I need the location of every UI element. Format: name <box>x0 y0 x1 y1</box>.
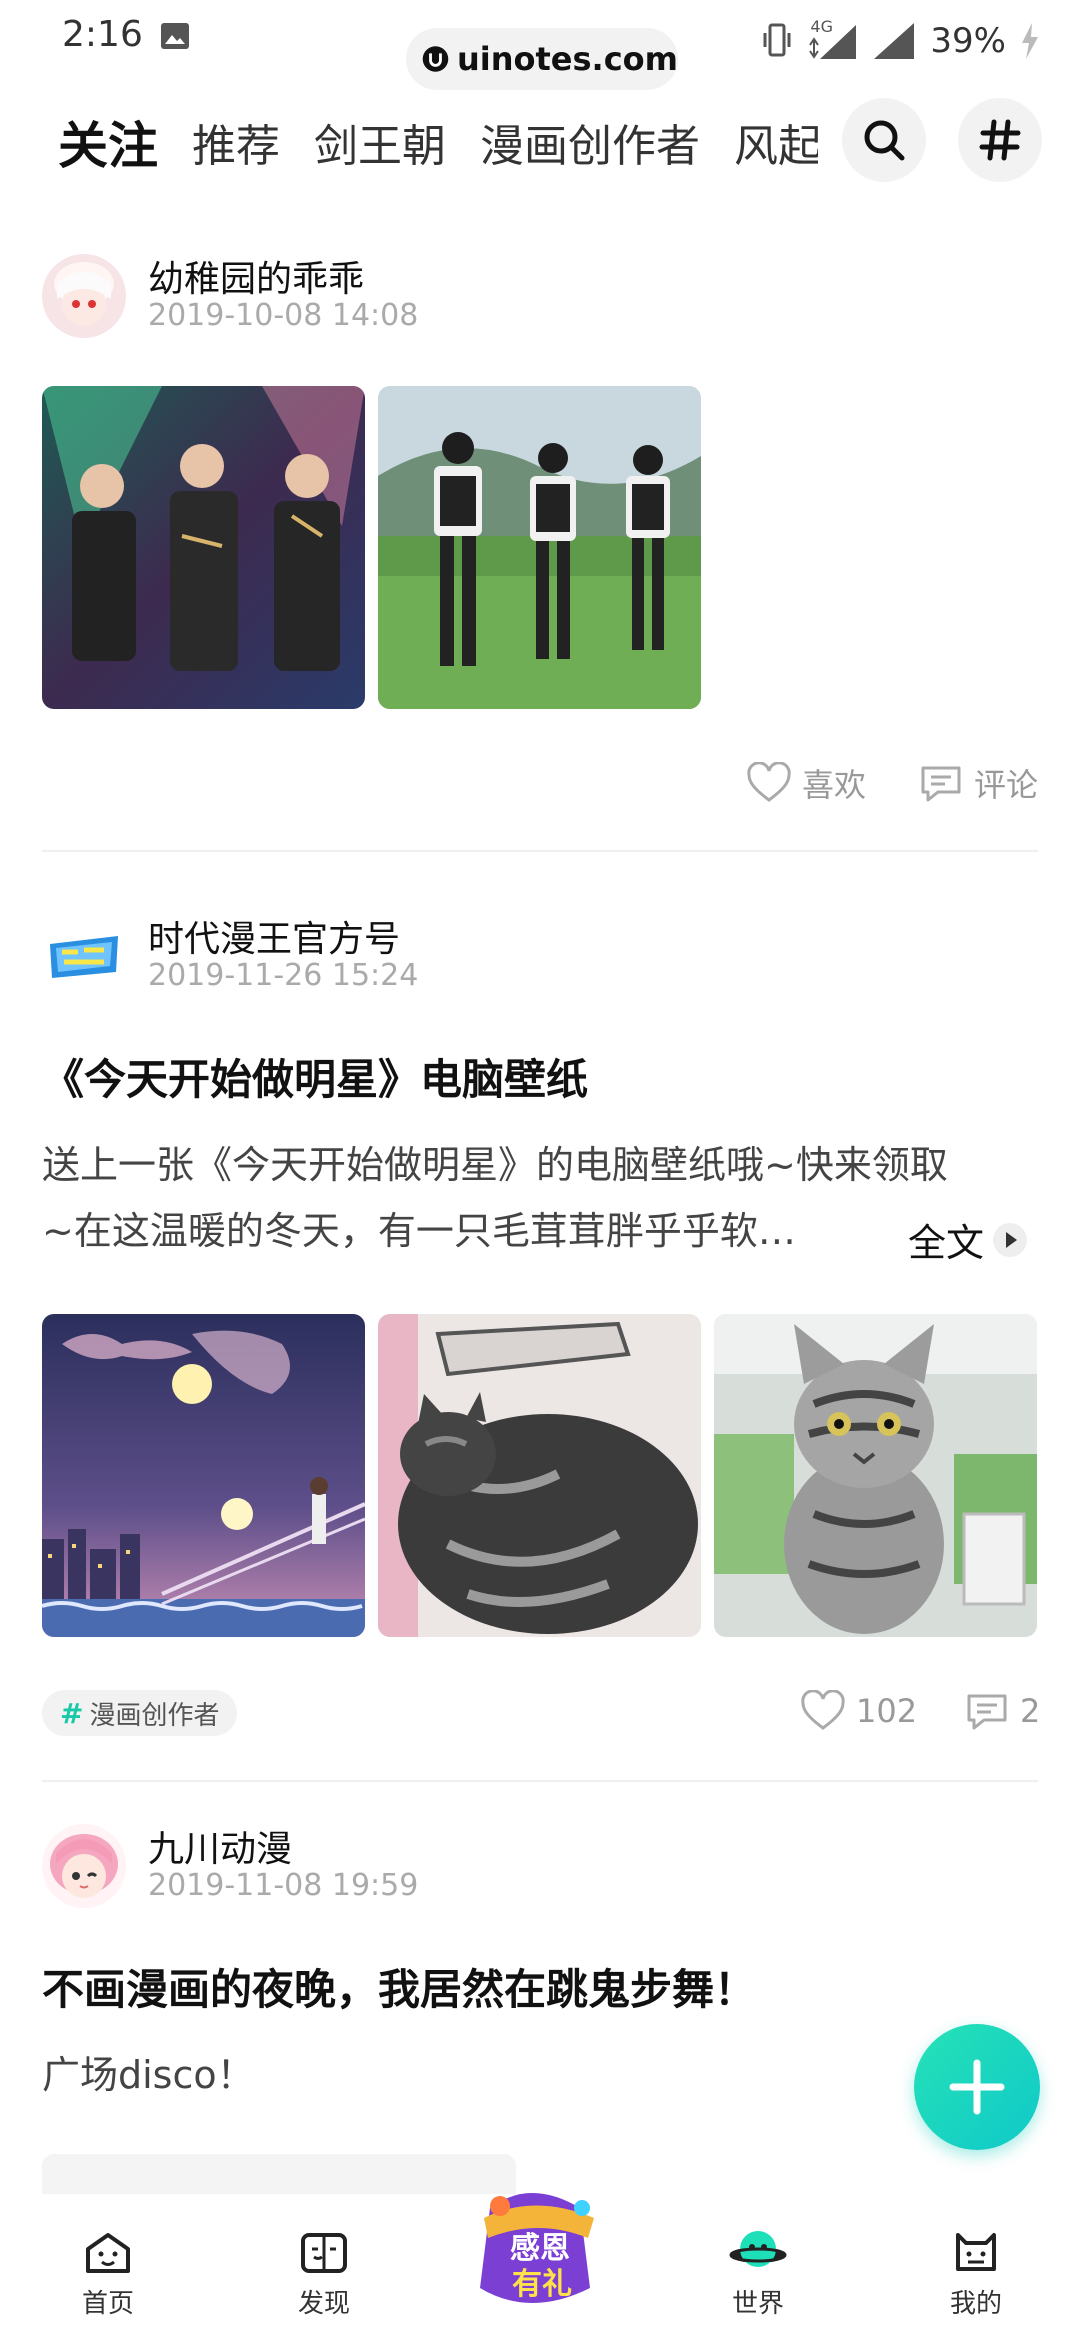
book-icon <box>301 2233 347 2273</box>
post-body-line: ~在这温暖的冬天，有一只毛茸茸胖乎乎软… <box>42 1209 796 1253</box>
topic-tag-label: 漫画创作者 <box>89 1700 220 1731</box>
full-text-label: 全文 <box>908 1221 985 1265</box>
post-body-line: 送上一张《今天开始做明星》的电脑壁纸哦~快来领取 <box>42 1143 948 1187</box>
search-icon <box>864 120 905 161</box>
post-time: 2019-10-08 14:08 <box>148 298 419 333</box>
post-divider <box>42 1780 1038 1782</box>
like-label: 喜欢 <box>802 766 867 804</box>
expand-full-text-button[interactable]: 全文 <box>908 1212 1028 1267</box>
cat-face-icon <box>956 2233 996 2271</box>
tab-recommended[interactable]: 推荐 <box>192 110 280 174</box>
tab-jianwangchao[interactable]: 剑王朝 <box>314 110 446 174</box>
avatar[interactable] <box>42 254 126 338</box>
nav-profile[interactable]: 我的 <box>906 2200 1046 2340</box>
topics-button[interactable] <box>958 98 1042 182</box>
post-body[interactable]: 送上一张《今天开始做明星》的电脑壁纸哦~快来领取 ~在这温暖的冬天，有一只毛茸茸… <box>42 1132 1042 1264</box>
comment-icon <box>921 766 961 802</box>
hashtag-icon: # <box>60 1696 84 1730</box>
nav-label: 首页 <box>81 2289 134 2319</box>
author-name[interactable]: 时代漫王官方号 <box>148 910 400 962</box>
like-button[interactable]: 喜欢 <box>746 760 866 806</box>
top-tab-bar: 关注 推荐 剑王朝 漫画创作者 风起 <box>0 92 1080 192</box>
play-arrow-icon <box>993 1222 1028 1257</box>
hashtag-icon <box>979 119 1021 161</box>
status-icons: 4G 39% <box>762 16 1040 66</box>
tab-fengqi[interactable]: 风起 <box>734 110 818 174</box>
like-count: 102 <box>856 1692 918 1730</box>
watermark-text: uinotes.com <box>456 40 678 78</box>
post-divider <box>42 850 1038 852</box>
promo-line2: 有礼 <box>512 2267 572 2302</box>
comment-icon <box>967 1694 1007 1730</box>
post-image[interactable] <box>378 1314 701 1637</box>
post-time: 2019-11-26 15:24 <box>148 958 419 993</box>
planet-icon <box>729 2231 787 2267</box>
topic-tag[interactable]: # 漫画创作者 <box>42 1690 238 1736</box>
watermark-badge: uinotes.com <box>406 28 678 90</box>
gallery-notification-icon <box>161 23 189 49</box>
tab-list: 关注 推荐 剑王朝 漫画创作者 风起 <box>58 92 818 192</box>
comment-button[interactable]: 评论 <box>918 760 1038 806</box>
search-button[interactable] <box>842 98 926 182</box>
post-time: 2019-11-08 19:59 <box>148 1868 419 1903</box>
comment-label: 评论 <box>974 766 1039 804</box>
tab-label: 关注 <box>58 117 158 175</box>
comment-button[interactable]: 2 <box>964 1690 1040 1732</box>
post-title[interactable]: 不画漫画的夜晚，我居然在跳鬼步舞！ <box>42 1956 756 2017</box>
nav-home[interactable]: 首页 <box>38 2200 178 2340</box>
home-icon <box>86 2233 130 2273</box>
tab-following[interactable]: 关注 <box>58 106 158 178</box>
author-name[interactable]: 九川动漫 <box>148 1820 292 1872</box>
nav-discover[interactable]: 发现 <box>254 2200 394 2340</box>
promo-center-button[interactable]: 感恩 有礼 <box>470 2188 610 2316</box>
post-body[interactable]: 广场disco！ <box>42 2042 1042 2108</box>
vibrate-icon <box>763 23 791 57</box>
avatar[interactable] <box>42 914 126 998</box>
post-image[interactable] <box>714 1314 1037 1637</box>
plus-icon <box>949 2059 1005 2115</box>
post-image[interactable] <box>378 386 701 709</box>
create-post-button[interactable] <box>914 2024 1040 2150</box>
post-image[interactable] <box>42 386 365 709</box>
tab-comic-creators[interactable]: 漫画创作者 <box>480 110 700 174</box>
post-image[interactable] <box>42 1314 365 1637</box>
comment-count: 2 <box>1020 1692 1041 1730</box>
promo-line1: 感恩 <box>510 2231 570 2266</box>
charging-icon <box>1022 23 1038 59</box>
post-title[interactable]: 《今天开始做明星》电脑壁纸 <box>42 1046 588 1107</box>
avatar[interactable] <box>42 1824 126 1908</box>
status-time: 2:16 <box>62 14 143 55</box>
status-bar: 2:16 uinotes.com 4G 39% <box>0 0 1080 90</box>
author-name[interactable]: 幼稚园的乖乖 <box>148 250 364 302</box>
like-button[interactable]: 102 <box>800 1690 917 1732</box>
heart-icon <box>747 762 791 802</box>
nav-label: 我的 <box>949 2289 1002 2319</box>
signal-strength-icon <box>874 23 915 59</box>
nav-world[interactable]: 世界 <box>688 2200 828 2340</box>
battery-level: 39% <box>930 21 1006 61</box>
nav-label: 发现 <box>297 2289 350 2319</box>
cellular-signal-icon: 4G <box>806 17 858 61</box>
post-media-preview[interactable] <box>42 2154 516 2194</box>
nav-label: 世界 <box>731 2289 784 2319</box>
uinotes-logo-icon <box>422 46 449 72</box>
heart-icon <box>801 1690 845 1730</box>
